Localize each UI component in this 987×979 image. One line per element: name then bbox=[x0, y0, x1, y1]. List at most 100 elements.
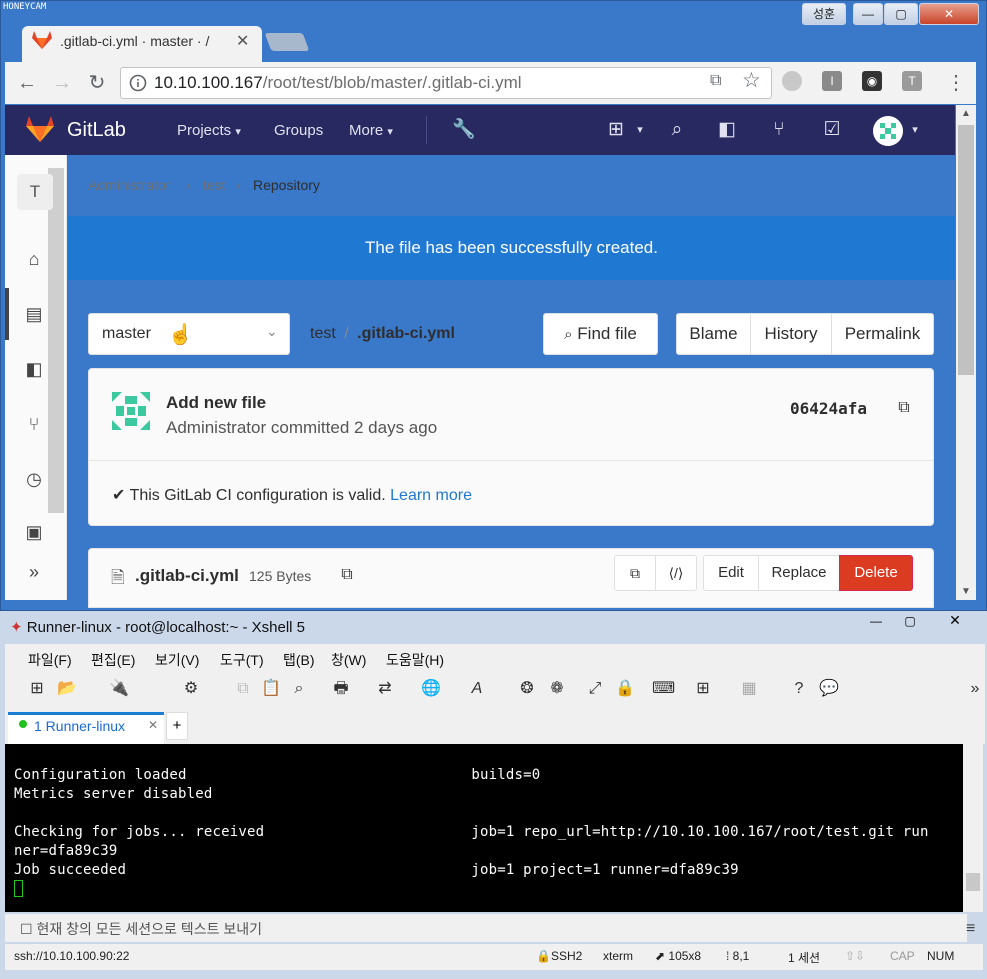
project-avatar[interactable]: T bbox=[17, 174, 53, 210]
xmanager-icon[interactable]: ❁ bbox=[546, 678, 568, 700]
sidebar-scrollbar[interactable] bbox=[48, 168, 64, 513]
copy-source-icon[interactable]: ⧉ bbox=[614, 555, 656, 591]
merge-requests-icon[interactable]: ⑂ bbox=[20, 410, 48, 438]
layout-icon[interactable]: ▦ bbox=[738, 678, 760, 700]
collapse-sidebar-icon[interactable]: » bbox=[20, 558, 48, 586]
tab-close-icon[interactable]: ✕ bbox=[148, 718, 158, 732]
print-icon[interactable]: 🖶 bbox=[330, 678, 352, 700]
bookmark-star-icon[interactable]: ☆ bbox=[742, 68, 761, 93]
globe-icon[interactable]: 🌐 bbox=[420, 678, 442, 700]
minimize-button[interactable]: — bbox=[862, 614, 890, 632]
page-scrollbar-thumb[interactable] bbox=[958, 125, 974, 375]
add-icon[interactable]: ⊞ bbox=[692, 678, 714, 700]
translate-icon[interactable]: ⧉ bbox=[710, 72, 721, 90]
connect-icon[interactable]: 🔌 bbox=[108, 678, 130, 700]
chat-icon[interactable]: 💬 bbox=[818, 678, 840, 700]
delete-button[interactable]: Delete bbox=[839, 555, 913, 591]
chevron-down-icon[interactable]: ▾ bbox=[628, 118, 652, 142]
wiki-icon[interactable]: ▣ bbox=[20, 518, 48, 546]
maximize-button[interactable]: ▢ bbox=[884, 3, 918, 25]
paste-icon[interactable]: 📋 bbox=[260, 678, 282, 700]
tab-close-icon[interactable]: ✕ bbox=[236, 31, 249, 51]
font-icon[interactable]: A bbox=[466, 678, 488, 700]
transfer-icon[interactable]: ⇄ bbox=[374, 678, 396, 700]
user-profile-button[interactable]: 성훈 bbox=[802, 3, 846, 25]
help-icon[interactable]: ? bbox=[788, 678, 810, 700]
copy-path-icon[interactable]: ⧉ bbox=[338, 566, 356, 584]
menu-view[interactable]: 보기(V) bbox=[155, 650, 199, 670]
close-window-button[interactable]: ✕ bbox=[919, 3, 979, 25]
new-tab-button[interactable] bbox=[264, 33, 310, 51]
extension-icon[interactable]: T bbox=[902, 71, 922, 91]
menu-window[interactable]: 창(W) bbox=[331, 650, 366, 670]
nav-projects[interactable]: Projects ▾ bbox=[177, 122, 241, 139]
maximize-button[interactable]: ▢ bbox=[896, 614, 924, 632]
menu-help[interactable]: 도움말(H) bbox=[386, 650, 444, 670]
breadcrumb-administrator[interactable]: Administrator bbox=[88, 177, 170, 193]
xftp-icon[interactable]: ❂ bbox=[516, 678, 538, 700]
admin-wrench-icon[interactable]: 🔧 bbox=[452, 118, 476, 142]
minimize-button[interactable]: — bbox=[853, 3, 883, 25]
raw-file-icon[interactable]: ⟨/⟩ bbox=[655, 555, 697, 591]
history-button[interactable]: History bbox=[750, 313, 832, 355]
menu-lines-icon[interactable]: ≡ bbox=[966, 920, 975, 938]
copy-icon[interactable]: ⧉ bbox=[232, 678, 254, 700]
add-tab-button[interactable]: + bbox=[166, 712, 188, 740]
gitlab-brand[interactable]: GitLab bbox=[67, 119, 126, 142]
nav-groups[interactable]: Groups bbox=[274, 122, 323, 139]
commit-title[interactable]: Add new file bbox=[166, 393, 266, 413]
search-icon[interactable]: ⌕ bbox=[665, 118, 689, 142]
menu-edit[interactable]: 편집(E) bbox=[91, 650, 135, 670]
menu-kebab-icon[interactable]: ⋮ bbox=[946, 70, 966, 95]
reload-icon[interactable]: ↻ bbox=[84, 70, 110, 96]
back-icon[interactable]: ← bbox=[14, 70, 40, 96]
extension-icon[interactable] bbox=[782, 71, 802, 91]
edit-button[interactable]: Edit bbox=[703, 555, 759, 591]
extension-icon[interactable]: ◉ bbox=[862, 71, 882, 91]
checkbox-icon[interactable]: ☐ bbox=[20, 921, 33, 937]
scroll-down-icon[interactable]: ▼ bbox=[961, 586, 971, 597]
gitlab-logo-icon[interactable] bbox=[26, 116, 54, 142]
new-session-icon[interactable]: ⊞ bbox=[26, 678, 48, 700]
replace-button[interactable]: Replace bbox=[758, 555, 840, 591]
info-icon[interactable] bbox=[129, 74, 147, 92]
keyboard-icon[interactable]: ⌨ bbox=[652, 678, 675, 700]
terminal-scrollbar-thumb[interactable] bbox=[966, 873, 980, 891]
lock-icon[interactable]: 🔒 bbox=[614, 678, 636, 700]
learn-more-link[interactable]: Learn more bbox=[390, 487, 472, 504]
open-folder-icon[interactable]: 📂 bbox=[56, 678, 78, 700]
repository-icon[interactable]: ▤ bbox=[20, 300, 48, 328]
issues-icon[interactable]: ◧ bbox=[20, 355, 48, 383]
path-project-link[interactable]: test bbox=[310, 325, 336, 342]
find-file-button[interactable]: ⌕ Find file bbox=[543, 313, 658, 355]
chevron-down-icon[interactable]: ▾ bbox=[903, 118, 927, 142]
extension-icon[interactable]: I bbox=[822, 71, 842, 91]
branch-label: master bbox=[102, 325, 151, 342]
user-avatar[interactable] bbox=[873, 116, 903, 146]
forward-icon[interactable]: → bbox=[49, 70, 75, 96]
fullscreen-icon[interactable]: ⤢ bbox=[584, 678, 606, 700]
nav-more[interactable]: More ▾ bbox=[349, 122, 393, 139]
menu-tab[interactable]: 탭(B) bbox=[283, 650, 315, 670]
ci-cd-icon[interactable]: ◷ bbox=[20, 465, 48, 493]
overflow-chevron-icon[interactable]: » bbox=[964, 678, 986, 700]
breadcrumb-test[interactable]: test bbox=[203, 177, 226, 193]
commit-author-avatar[interactable] bbox=[108, 388, 154, 434]
issues-icon[interactable]: ◧ bbox=[715, 118, 739, 142]
new-plus-icon[interactable]: ⊞ bbox=[604, 118, 628, 142]
scroll-up-icon[interactable]: ▲ bbox=[961, 108, 971, 119]
copy-sha-icon[interactable]: ⧉ bbox=[895, 399, 913, 417]
close-window-button[interactable]: ✕ bbox=[940, 612, 970, 630]
merge-requests-icon[interactable]: ⑂ bbox=[767, 118, 791, 142]
todos-icon[interactable]: ☑ bbox=[820, 118, 844, 142]
menu-tools[interactable]: 도구(T) bbox=[220, 650, 264, 670]
gitlab-header bbox=[5, 105, 955, 155]
breadcrumb-repository[interactable]: Repository bbox=[253, 177, 320, 193]
home-icon[interactable]: ⌂ bbox=[20, 245, 48, 273]
permalink-button[interactable]: Permalink bbox=[831, 313, 934, 355]
properties-icon[interactable]: ⚙ bbox=[180, 678, 202, 700]
find-icon[interactable]: ⌕ bbox=[288, 678, 310, 700]
blame-button[interactable]: Blame bbox=[676, 313, 751, 355]
commit-sha[interactable]: 06424afa bbox=[790, 399, 867, 418]
menu-file[interactable]: 파일(F) bbox=[28, 650, 72, 670]
